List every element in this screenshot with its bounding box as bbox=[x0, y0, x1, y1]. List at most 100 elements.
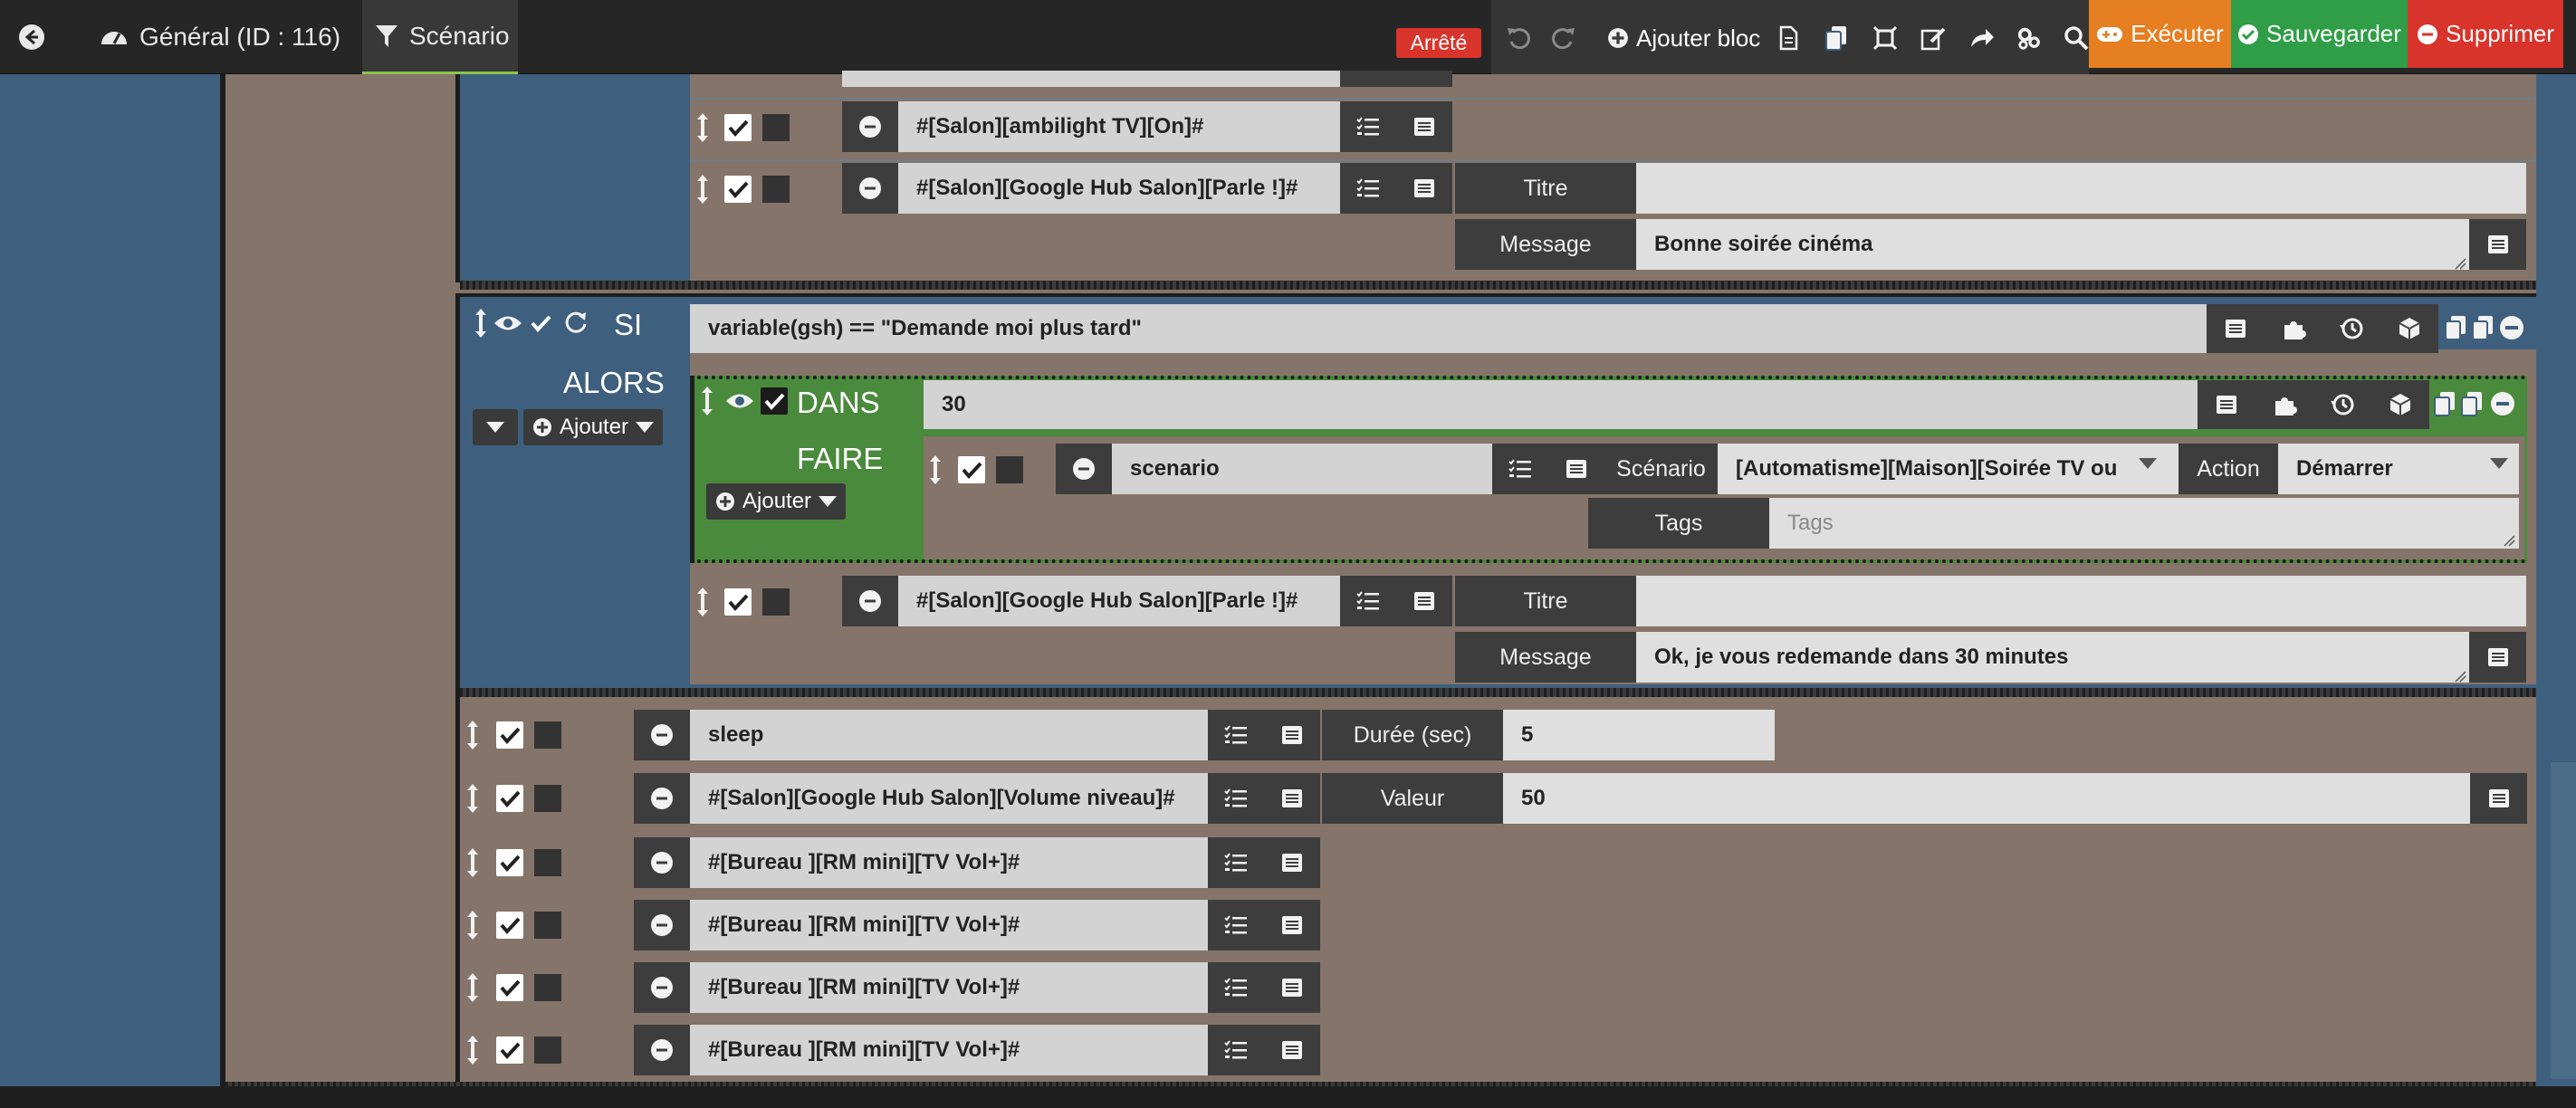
command-field[interactable]: #[Salon][ambilight TV][On]# bbox=[898, 101, 1340, 152]
save-button[interactable]: Sauvegarder bbox=[2231, 0, 2408, 68]
message-options-button[interactable] bbox=[2469, 219, 2526, 270]
title-input[interactable] bbox=[1636, 576, 2526, 626]
drag-handle-icon[interactable] bbox=[464, 720, 481, 750]
copy-block-icon[interactable] bbox=[2445, 315, 2466, 340]
remove-action-button[interactable] bbox=[1056, 444, 1112, 494]
option-checkbox[interactable] bbox=[534, 1036, 561, 1064]
enable-checkbox[interactable] bbox=[496, 785, 523, 812]
enable-checkbox[interactable] bbox=[724, 176, 752, 203]
select-command-button[interactable] bbox=[1208, 837, 1264, 888]
message-options-button[interactable] bbox=[2469, 632, 2526, 683]
redo-icon[interactable] bbox=[1551, 25, 1576, 51]
cube-button[interactable] bbox=[2380, 304, 2438, 353]
remove-action-button[interactable] bbox=[634, 1025, 690, 1075]
delete-button[interactable]: Supprimer bbox=[2408, 0, 2563, 68]
option-checkbox[interactable] bbox=[534, 912, 561, 939]
list-command-button[interactable] bbox=[1264, 773, 1320, 824]
list-command-button[interactable] bbox=[1264, 837, 1320, 888]
back-button[interactable] bbox=[18, 0, 54, 74]
check-icon[interactable] bbox=[527, 310, 554, 337]
option-checkbox[interactable] bbox=[534, 849, 561, 876]
history-button[interactable] bbox=[2313, 380, 2371, 429]
enable-checkbox[interactable] bbox=[496, 1036, 523, 1064]
remove-action-button[interactable] bbox=[842, 101, 898, 152]
enable-checkbox[interactable] bbox=[496, 974, 523, 1001]
command-field[interactable]: sleep bbox=[690, 710, 1208, 760]
collapse-button[interactable] bbox=[473, 409, 518, 445]
general-tab[interactable]: Général (ID : 116) bbox=[100, 0, 344, 74]
expand-icon[interactable] bbox=[1872, 25, 1898, 51]
scrollbar-thumb[interactable] bbox=[2551, 762, 2576, 1079]
title-input[interactable] bbox=[1636, 163, 2526, 214]
delay-list-button[interactable] bbox=[2198, 380, 2255, 429]
resize-handle-icon[interactable] bbox=[2454, 670, 2466, 683]
drag-handle-icon[interactable] bbox=[694, 112, 711, 143]
list-command-button[interactable] bbox=[1264, 962, 1320, 1013]
select-command-button[interactable] bbox=[1340, 163, 1396, 214]
option-checkbox[interactable] bbox=[534, 721, 561, 749]
command-field[interactable]: scenario bbox=[1112, 444, 1492, 494]
select-command-button[interactable] bbox=[1492, 444, 1548, 494]
paste-block-icon[interactable] bbox=[2472, 315, 2494, 340]
command-field[interactable]: #[Salon][Google Hub Salon][Parle !]# bbox=[898, 163, 1340, 214]
paste-block-icon[interactable] bbox=[2461, 391, 2483, 416]
list-command-button[interactable] bbox=[1264, 710, 1320, 760]
drag-handle-icon[interactable] bbox=[694, 587, 711, 617]
cogs-icon[interactable] bbox=[2016, 25, 2042, 51]
select-command-button[interactable] bbox=[1208, 900, 1264, 950]
remove-action-button[interactable] bbox=[842, 163, 898, 214]
resize-handle-icon[interactable] bbox=[2454, 257, 2466, 270]
drag-handle-icon[interactable] bbox=[464, 1035, 481, 1065]
condition-list-button[interactable] bbox=[2207, 304, 2265, 353]
value-options-button[interactable] bbox=[2470, 773, 2527, 824]
edit-icon[interactable] bbox=[1920, 25, 1946, 51]
plugin-button[interactable] bbox=[2255, 380, 2313, 429]
command-field[interactable]: #[Bureau ][RM mini][TV Vol+]# bbox=[690, 900, 1208, 950]
list-command-button[interactable] bbox=[1264, 1025, 1320, 1075]
remove-block-icon[interactable] bbox=[2490, 391, 2515, 416]
resize-handle-icon[interactable] bbox=[2503, 534, 2515, 547]
option-checkbox[interactable] bbox=[762, 176, 790, 203]
enable-checkbox[interactable] bbox=[761, 387, 788, 415]
history-button[interactable] bbox=[2322, 304, 2380, 353]
copy-block-icon[interactable] bbox=[2434, 391, 2456, 416]
scenario-select[interactable]: [Automatisme][Maison][Soirée TV ou ciném… bbox=[1718, 444, 2198, 494]
option-checkbox[interactable] bbox=[534, 974, 561, 1001]
value-input[interactable]: 50 bbox=[1503, 773, 2477, 824]
select-command-button[interactable] bbox=[1340, 576, 1396, 626]
eye-icon[interactable] bbox=[725, 391, 754, 411]
drag-handle-icon[interactable] bbox=[464, 783, 481, 814]
command-field[interactable]: #[Salon][Google Hub Salon][Volume niveau… bbox=[690, 773, 1208, 824]
message-input[interactable]: Ok, je vous redemande dans 30 minutes bbox=[1636, 632, 2469, 683]
remove-action-button[interactable] bbox=[842, 576, 898, 626]
add-button[interactable]: Ajouter bbox=[706, 483, 847, 520]
delay-input[interactable]: 30 bbox=[924, 380, 2198, 429]
remove-block-icon[interactable] bbox=[2499, 315, 2524, 340]
enable-checkbox[interactable] bbox=[496, 849, 523, 876]
remove-action-button[interactable] bbox=[634, 710, 690, 760]
select-command-button[interactable] bbox=[1340, 101, 1396, 152]
message-input[interactable]: Bonne soirée cinéma bbox=[1636, 219, 2469, 270]
tab-scenario[interactable]: Scénario bbox=[362, 0, 518, 74]
enable-checkbox[interactable] bbox=[958, 456, 985, 483]
drag-handle-icon[interactable] bbox=[464, 847, 481, 878]
select-command-button[interactable] bbox=[1208, 1025, 1264, 1075]
drag-handle-icon[interactable] bbox=[464, 972, 481, 1003]
select-command-button[interactable] bbox=[1208, 773, 1264, 824]
option-checkbox[interactable] bbox=[534, 785, 561, 812]
scrollbar-track[interactable] bbox=[2551, 74, 2576, 762]
select-command-button[interactable] bbox=[1208, 710, 1264, 760]
drag-handle-icon[interactable] bbox=[464, 910, 481, 941]
refresh-icon[interactable] bbox=[563, 310, 589, 335]
list-command-button[interactable] bbox=[1396, 101, 1452, 152]
enable-checkbox[interactable] bbox=[496, 912, 523, 939]
add-button[interactable]: Ajouter bbox=[523, 409, 664, 445]
remove-action-button[interactable] bbox=[634, 773, 690, 824]
share-icon[interactable] bbox=[1969, 25, 1995, 51]
remove-action-button[interactable] bbox=[634, 900, 690, 950]
action-select[interactable]: Démarrer bbox=[2278, 444, 2519, 494]
file-icon[interactable] bbox=[1776, 25, 1801, 51]
drag-handle-icon[interactable] bbox=[927, 454, 943, 485]
command-field[interactable]: #[Bureau ][RM mini][TV Vol+]# bbox=[690, 962, 1208, 1013]
add-block-button[interactable]: Ajouter bloc bbox=[1607, 24, 1760, 53]
